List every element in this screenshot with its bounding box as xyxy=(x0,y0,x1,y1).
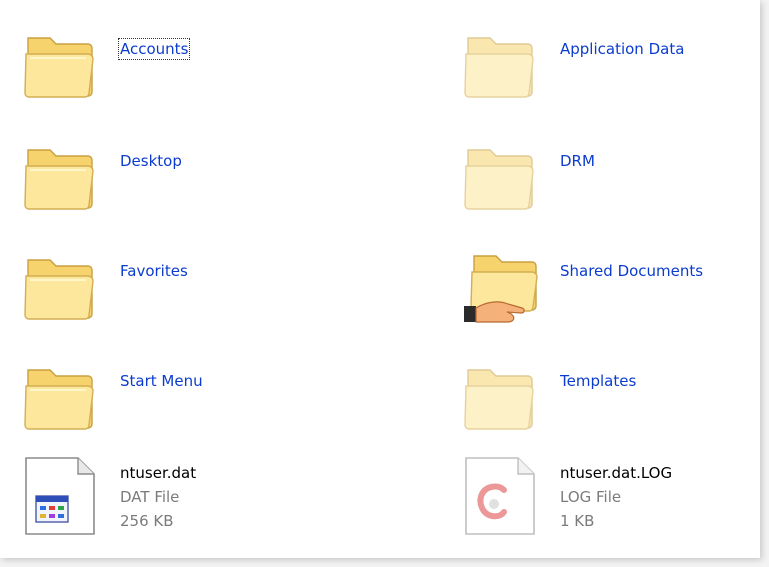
folder-start-menu[interactable]: Start Menu xyxy=(0,354,360,450)
item-label[interactable]: Application Data xyxy=(560,40,684,58)
folder-accounts[interactable]: Accounts xyxy=(0,22,360,118)
shared-folder-icon xyxy=(460,244,540,324)
item-label[interactable]: Favorites xyxy=(120,262,188,280)
folder-desktop[interactable]: Desktop xyxy=(0,134,360,230)
file-name[interactable]: ntuser.dat xyxy=(120,464,196,482)
folder-icon xyxy=(20,354,100,434)
folder-icon xyxy=(20,134,100,214)
folder-icon xyxy=(20,22,100,102)
log-file-icon xyxy=(460,456,540,536)
item-label[interactable]: Start Menu xyxy=(120,372,203,390)
folder-templates[interactable]: Templates xyxy=(440,354,769,450)
item-label[interactable]: DRM xyxy=(560,152,595,170)
folder-icon xyxy=(460,354,540,434)
file-name[interactable]: ntuser.dat.LOG xyxy=(560,464,672,482)
folder-icon xyxy=(460,22,540,102)
file-type: DAT File xyxy=(120,488,180,506)
item-label[interactable]: Templates xyxy=(560,372,636,390)
folder-icon xyxy=(460,134,540,214)
folder-application-data[interactable]: Application Data xyxy=(440,22,769,118)
file-list-pane: Accounts Application Data Desktop DRM Fa… xyxy=(0,0,760,558)
file-ntuser-dat[interactable]: ntuser.dat DAT File 256 KB xyxy=(0,456,360,552)
item-label[interactable]: Shared Documents xyxy=(560,262,703,280)
file-type: LOG File xyxy=(560,488,622,506)
folder-favorites[interactable]: Favorites xyxy=(0,244,360,340)
dat-file-icon xyxy=(20,456,100,536)
item-label[interactable]: Desktop xyxy=(120,152,182,170)
item-label[interactable]: Accounts xyxy=(117,38,191,60)
folder-shared-documents[interactable]: Shared Documents xyxy=(440,244,769,340)
folder-drm[interactable]: DRM xyxy=(440,134,769,230)
folder-icon xyxy=(20,244,100,324)
file-size: 256 KB xyxy=(120,512,174,530)
file-size: 1 KB xyxy=(560,512,595,530)
file-ntuser-dat-log[interactable]: ntuser.dat.LOG LOG File 1 KB xyxy=(440,456,769,552)
